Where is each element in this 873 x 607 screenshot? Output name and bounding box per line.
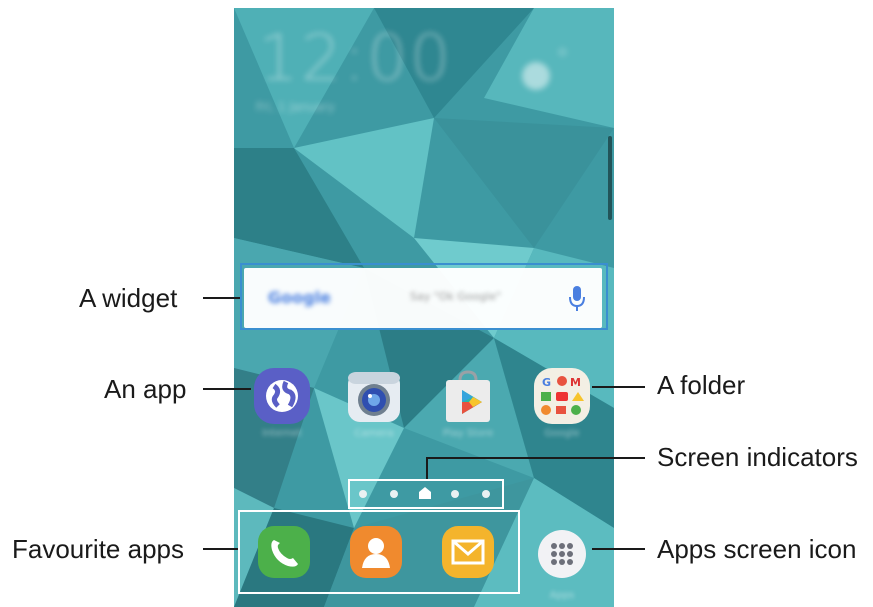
callout-line-widget — [203, 297, 240, 299]
app-camera[interactable] — [344, 366, 404, 426]
callout-folder: A folder — [657, 370, 746, 400]
favourites-highlight-frame — [238, 510, 520, 594]
indicators-highlight-frame — [348, 479, 504, 509]
widget-highlight-frame — [240, 263, 608, 330]
app-label: Google — [544, 428, 580, 439]
date-label: Fri, 1 January — [256, 100, 335, 114]
callout-favourite-apps: Favourite apps — [12, 534, 184, 564]
callout-line-apps-screen — [592, 548, 645, 550]
weather-icon — [522, 62, 550, 90]
callout-apps-screen-icon: Apps screen icon — [657, 534, 857, 564]
weather-temperature-icon: ° — [556, 44, 569, 74]
callout-screen-indicators: Screen indicators — [657, 442, 858, 472]
camera-icon — [348, 372, 400, 422]
apps-screen-button[interactable] — [532, 524, 592, 584]
google-folder-icon: G M — [534, 368, 590, 424]
callout-line-favourites — [203, 548, 238, 550]
callout-line-app — [203, 388, 251, 390]
play-store-icon — [446, 370, 490, 422]
edge-scroll-indicator — [608, 136, 612, 220]
callout-widget: A widget — [79, 283, 178, 313]
globe-icon — [254, 368, 310, 424]
apps-grid-icon — [538, 530, 586, 578]
app-internet[interactable] — [252, 366, 312, 426]
callout-app: An app — [104, 374, 187, 404]
callout-line-indicators-vertical — [426, 457, 428, 479]
callout-line-folder — [592, 386, 645, 388]
app-label: Internet — [262, 428, 302, 439]
callout-line-indicators — [426, 457, 645, 459]
svg-text:M: M — [570, 376, 581, 389]
folder-google[interactable]: G M — [532, 366, 592, 426]
clock: 12:00 — [258, 22, 453, 96]
app-label: Apps — [549, 590, 575, 601]
app-label: Camera — [354, 428, 394, 439]
svg-text:G: G — [542, 376, 551, 389]
app-play-store[interactable] — [438, 366, 498, 426]
app-label: Play Store — [442, 428, 494, 439]
